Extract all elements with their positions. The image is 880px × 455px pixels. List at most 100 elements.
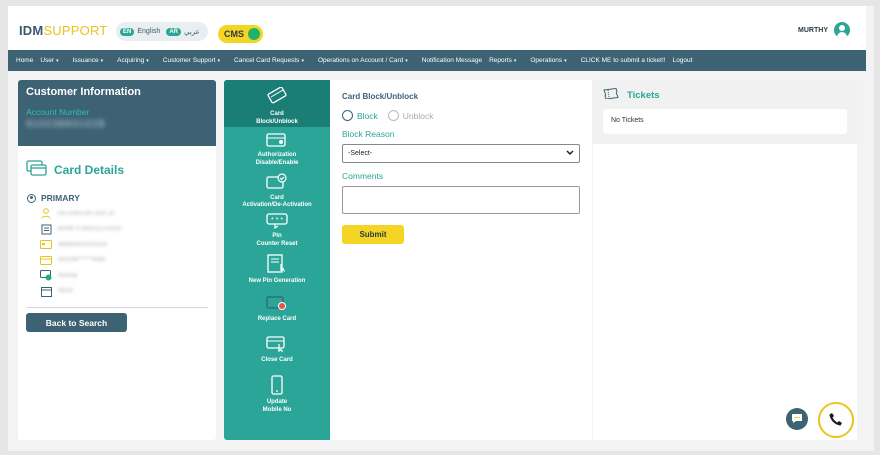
customer-info-header: Customer Information Account Number 9102… [18,80,216,146]
cms-toggle[interactable]: CMS [218,25,263,43]
account-row: 4999HAP0000254 [40,237,121,253]
user-menu[interactable]: MURTHY [798,22,850,38]
svg-text:* * *: * * * [271,217,283,224]
avatar-icon[interactable] [834,22,850,38]
card-holder-row: HA SAMTAN SAH JA [40,206,121,222]
card-activation-icon [266,172,288,193]
back-to-search-button[interactable]: Back to Search [26,313,127,332]
operation-card-block[interactable]: Card Block/Unblock [224,80,330,127]
chevron-down-icon: ▾ [217,58,221,64]
card-details-icon [26,160,48,179]
right-pane [593,144,857,440]
toggle-knob [248,28,260,40]
authorization-icon [266,132,288,150]
nav-item-customer-support[interactable]: Customer Support ▾ [163,57,227,64]
chat-icon [791,413,803,426]
card-icon [40,239,52,250]
chevron-down-icon: ▾ [564,58,567,64]
status-row: Normal [40,268,121,284]
chevron-down-icon: ▾ [146,58,149,64]
tickets-header: Tickets [603,87,847,102]
bank-row: BAHK A ABDULLA2022 [40,222,121,238]
block-reason-select[interactable]: -Select- [342,144,580,163]
calendar-icon [40,286,52,297]
comments-label: Comments [342,171,384,181]
replace-card-icon [266,294,288,314]
block-reason-label: Block Reason [342,129,395,139]
nav-item-reports[interactable]: Reports ▾ [489,57,523,64]
status-check-icon [40,270,52,281]
pin-reset-icon: * * * [266,213,288,231]
nav-item-operations-on-account-card[interactable]: Operations on Account / Card ▾ [318,57,415,64]
operation-mobile[interactable]: Update Mobile No [224,370,330,413]
card-block-icon [266,86,288,109]
nav-item-cancel-card-requests[interactable]: Cancel Card Requests ▾ [234,57,311,64]
operation-label: Pin Counter Reset [256,233,298,247]
operation-label: Close Card [261,356,293,363]
chevron-down-icon: ▾ [513,58,517,64]
header: IDMSUPPORT EN English AR عربي CMS MURTHY [8,6,866,50]
card-detail-list: HA SAMTAN SAH JA BAHK A ABDULLA2022 4999… [40,206,121,299]
main-nav: Home User ▾ Issuance ▾ Acquiring ▾ Customer Sup… [8,50,866,71]
submit-button[interactable]: Submit [342,225,404,244]
primary-card-radio[interactable]: PRIMARY [27,193,80,203]
nav-item-click-me-to-submit-a-ticket[interactable]: CLICK ME to submit a ticket!! [581,57,666,64]
pin-generation-icon [266,253,288,276]
chevron-down-icon [566,149,574,158]
chevron-down-icon: ▾ [56,58,59,64]
operation-label: Authorization Disable/Enable [255,152,299,166]
operation-label: Card Activation/De-Activation [242,194,312,209]
operation-label: Update Mobile No [262,399,292,413]
card-details-header: Card Details [26,160,124,179]
card-number-row: 442244******4489 [40,253,121,269]
ticket-icon [603,87,619,102]
radio-icon[interactable] [387,110,399,121]
chevron-down-icon: ▾ [301,58,304,64]
chevron-down-icon: ▾ [405,58,408,64]
logo: IDMSUPPORT [19,23,108,38]
operation-pin-generation[interactable]: New Pin Generation [224,249,330,290]
divider [26,307,208,308]
chat-button[interactable] [786,408,808,430]
account-number-value: 91023883102B [26,119,106,130]
block-radio-group: Block Unblock [342,110,580,121]
operation-close-card[interactable]: Close Card [224,330,330,371]
close-card-icon [266,335,288,355]
operation-authorization[interactable]: Authorization Disable/Enable [224,127,330,168]
block-radio[interactable]: Block [342,110,378,121]
account-number-label: Account Number [26,107,90,117]
nav-item-user[interactable]: User ▾ [40,57,65,64]
nav-item-issuance[interactable]: Issuance ▾ [73,57,111,64]
operations-menu: Card Block/Unblock Authorization Disable/… [224,80,330,440]
nav-item-home[interactable]: Home [16,57,33,64]
unblock-radio[interactable]: Unblock [387,110,434,121]
lang-ar-badge[interactable]: AR [166,27,181,36]
lang-ar-label[interactable]: عربي [184,28,200,36]
radio-selected-icon[interactable] [27,193,36,203]
card-number-icon [40,255,52,266]
operation-card-activation[interactable]: Card Activation/De-Activation [224,168,330,209]
radio-icon[interactable] [342,110,353,121]
nav-item-operations[interactable]: Operations ▾ [530,57,573,64]
comments-field[interactable] [342,186,580,214]
person-icon [40,208,52,219]
language-switcher[interactable]: EN English AR عربي [116,22,208,41]
mobile-icon [270,375,284,397]
card-block-form: Card Block/Unblock Block Unblock Block R… [330,80,592,440]
tickets-title: Tickets [627,89,660,101]
nav-item-acquiring[interactable]: Acquiring ▾ [117,57,156,64]
tickets-empty: No Tickets [603,109,847,134]
call-button[interactable] [818,402,854,438]
nav-item-notification-message[interactable]: Notification Message [422,57,482,64]
nav-item-logout[interactable]: Logout [673,57,693,64]
operation-replace-card[interactable]: Replace Card [224,289,330,330]
operation-label: New Pin Generation [248,277,306,284]
primary-label: PRIMARY [41,193,80,203]
card-details-title: Card Details [54,162,125,177]
lang-en-label[interactable]: English [137,28,160,35]
lang-en-badge[interactable]: EN [120,27,135,36]
operation-pin-reset[interactable]: * * * Pin Counter Reset [224,208,330,249]
tickets-panel: Tickets No Tickets [593,80,857,144]
operation-label: Card Block/Unblock [256,111,298,125]
username: MURTHY [798,26,828,34]
